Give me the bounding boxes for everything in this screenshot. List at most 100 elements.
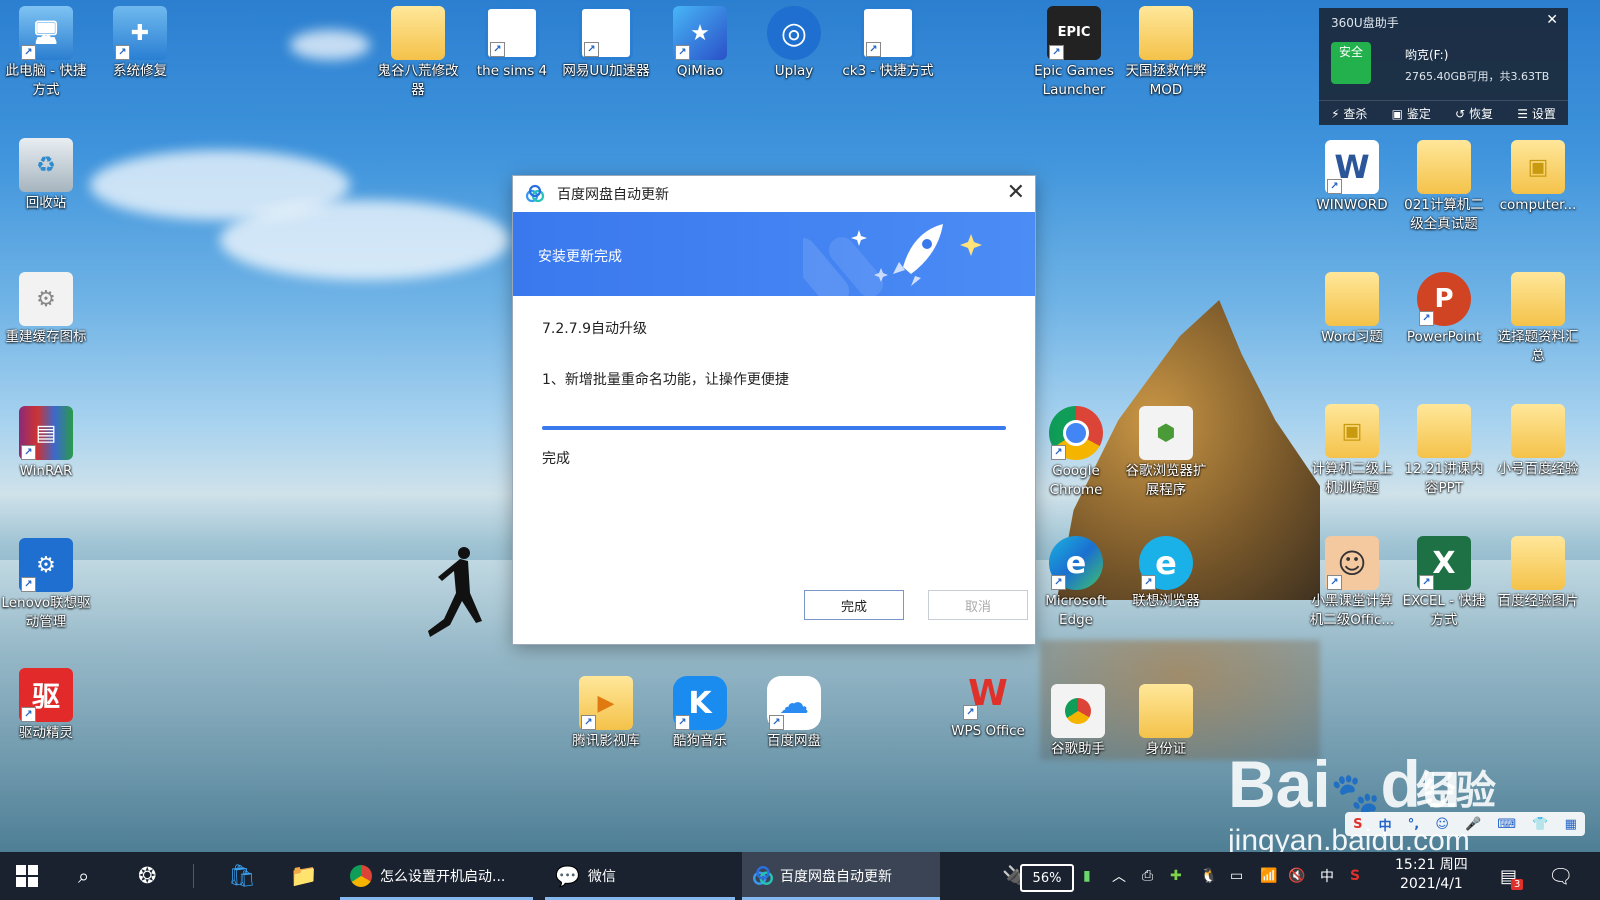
cancel-button[interactable]: 取消	[928, 590, 1028, 620]
icon-ppt1221[interactable]: 12.21讲课内容PPT	[1398, 404, 1490, 498]
icon-microsoft-edge[interactable]: e ↗ Microsoft Edge	[1030, 536, 1122, 630]
close-icon[interactable]: ✕	[1007, 180, 1025, 205]
icon-xiaohei[interactable]: ☺ ↗ 小黑课堂计算机二级Offic...	[1306, 536, 1398, 630]
task-chrome[interactable]: 怎么设置开机启动...	[340, 852, 533, 900]
ime-voice[interactable]: 🎤	[1465, 817, 1481, 832]
notification-icon[interactable]: ▤ 3	[1500, 852, 1529, 900]
usb-icon[interactable]: ⎙	[1142, 852, 1153, 900]
icon-label: 百度网盘	[767, 733, 821, 749]
update-progress-bar	[542, 426, 1006, 430]
finish-button[interactable]: 完成	[804, 590, 904, 620]
extension-file-icon: ⬢	[1139, 406, 1193, 460]
icon-xiaohao-baidu[interactable]: 小号百度经验	[1492, 404, 1584, 479]
icon-label: 重建缓存图标	[5, 329, 87, 345]
qq-icon[interactable]: 🐧	[1200, 852, 1217, 900]
cartoon-face-icon: ☺ ↗	[1325, 536, 1379, 590]
icon-uu-accelerator[interactable]: ↗ 网易UU加速器	[560, 6, 652, 81]
wifi-icon[interactable]: 📶	[1260, 852, 1277, 900]
ime-emoji[interactable]: ☺	[1435, 817, 1449, 832]
shortcut-arrow-icon: ↗	[21, 445, 36, 460]
360-guard-icon[interactable]: ✚	[1170, 852, 1182, 900]
recover-button[interactable]: ↺ 恢复	[1455, 105, 1493, 122]
battery-percent: 56%	[1032, 870, 1062, 886]
icon-recycle-bin[interactable]: ♻ 回收站	[0, 138, 92, 213]
ime-chinese-mode[interactable]: 中	[1379, 815, 1392, 834]
close-icon[interactable]: ✕	[1546, 12, 1558, 28]
icon-lenovo-driver[interactable]: ⚙ ↗ Lenovo联想驱动管理	[0, 538, 92, 632]
baidu-pan-logo-icon	[525, 184, 545, 203]
usb-helper-widget[interactable]: 360U盘助手 ✕ 安全 哟克(F:) 2765.40GB可用，共3.63TB …	[1319, 8, 1568, 125]
ime-mode[interactable]: 中	[1320, 852, 1334, 900]
task-baidu-pan-update[interactable]: 百度网盘自动更新	[742, 852, 940, 900]
ime-toolbar[interactable]: S 中 °, ☺ 🎤 ⌨ 👕 ▦	[1345, 812, 1585, 836]
icon-this-pc[interactable]: 🖥 ↗ 此电脑 - 快捷方式	[0, 6, 92, 100]
icon-sims4[interactable]: ↗ the sims 4	[466, 6, 558, 81]
folder-icon	[1139, 6, 1193, 60]
icon-powerpoint[interactable]: P ↗ PowerPoint	[1398, 272, 1490, 347]
ime-punct[interactable]: °,	[1408, 817, 1419, 832]
icon-rebuild-cache[interactable]: ⚙ 重建缓存图标	[0, 272, 92, 347]
volume-muted-icon[interactable]: 🔇	[1288, 852, 1305, 900]
task-view-icon[interactable]: ❂	[138, 852, 156, 900]
store-icon[interactable]: 🛍	[228, 852, 256, 900]
task-wechat[interactable]: 💬 微信	[545, 852, 735, 900]
cloud	[290, 30, 370, 60]
battery-small-icon[interactable]: ▮	[1083, 852, 1091, 900]
icon-tencent-video[interactable]: ▶ ↗ 腾讯影视库	[560, 676, 652, 751]
app-window-icon: ↗	[861, 6, 915, 60]
file-explorer-icon[interactable]: 📁	[290, 852, 317, 900]
icon-kugou[interactable]: K ↗ 酷狗音乐	[654, 676, 746, 751]
icon-google-chrome[interactable]: ↗ Google Chrome	[1030, 406, 1122, 500]
windows-logo-icon	[16, 865, 38, 887]
ime-skin[interactable]: 👕	[1532, 817, 1548, 832]
dialog-titlebar[interactable]: 百度网盘自动更新	[513, 176, 1035, 212]
icon-google-helper[interactable]: 谷歌助手	[1032, 684, 1124, 759]
icon-epic-games[interactable]: EPIC ↗ Epic Games Launcher	[1028, 6, 1120, 100]
battery-indicator[interactable]: 56%	[1020, 864, 1074, 892]
icon-qimiao[interactable]: ★ ↗ QiMiao	[654, 6, 746, 81]
widget-action-bar: ⚡ 查杀 ▣ 鉴定 ↺ 恢复 ☰ 设置	[1319, 100, 1568, 126]
icon-label: 身份证	[1145, 741, 1187, 757]
sogou-icon[interactable]: S	[1350, 852, 1360, 900]
icon-wps-office[interactable]: W ↗ WPS Office	[942, 666, 1034, 741]
icon-baidu-pan[interactable]: ☁ ↗ 百度网盘	[748, 676, 840, 751]
powerpoint-icon: P ↗	[1417, 272, 1471, 326]
icon-exam021[interactable]: 021计算机二级全真试题	[1398, 140, 1490, 234]
battery-status-icon[interactable]: ▭	[1230, 852, 1243, 900]
icon-computer2-practice[interactable]: ▣ 计算机二级上机训练题	[1306, 404, 1398, 498]
icon-label: 小黑课堂计算机二级Offic...	[1309, 593, 1395, 628]
icon-excel[interactable]: X ↗ EXCEL - 快捷方式	[1398, 536, 1490, 630]
ime-keyboard[interactable]: ⌨	[1497, 817, 1516, 832]
icon-driver-genius[interactable]: 驱 ↗ 驱动精灵	[0, 668, 92, 743]
wechat-icon: 💬	[555, 864, 580, 888]
identify-button[interactable]: ▣ 鉴定	[1392, 105, 1431, 122]
icon-ck3[interactable]: ↗ ck3 - 快捷方式	[842, 6, 934, 81]
scan-button[interactable]: ⚡ 查杀	[1331, 105, 1367, 122]
uplay-swirl-icon: ◎	[767, 6, 821, 60]
icon-choice-material[interactable]: 选择题资料汇总	[1492, 272, 1584, 366]
action-center-icon[interactable]: 🗨	[1548, 852, 1573, 900]
chevron-up-icon[interactable]: ︿	[1112, 852, 1126, 900]
icon-winrar[interactable]: ▤ ↗ WinRAR	[0, 406, 92, 481]
icon-ghost-mod[interactable]: 鬼谷八荒修改器	[372, 6, 464, 100]
settings-button[interactable]: ☰ 设置	[1517, 105, 1556, 122]
shortcut-arrow-icon: ↗	[1049, 45, 1064, 60]
icon-chrome-extension[interactable]: ⬢ 谷歌浏览器扩展程序	[1120, 406, 1212, 500]
icon-tianguo-mod[interactable]: 天国拯救作弊MOD	[1120, 6, 1212, 100]
icon-lenovo-browser[interactable]: e ↗ 联想浏览器	[1120, 536, 1212, 611]
icon-label: 天国拯救作弊MOD	[1125, 63, 1207, 98]
icon-computer-file[interactable]: ▣ computer...	[1492, 140, 1584, 215]
start-button[interactable]	[16, 852, 38, 900]
ime-toolbox[interactable]: ▦	[1565, 817, 1577, 832]
paw-icon: 🐾	[1330, 772, 1381, 816]
icon-uplay[interactable]: ◎ Uplay	[748, 6, 840, 81]
icon-system-repair[interactable]: ✚ ↗ 系统修复	[94, 6, 186, 81]
system-clock[interactable]: 15:21 周四 2021/4/1	[1395, 856, 1468, 894]
icon-baidu-exp-img[interactable]: 百度经验图片	[1492, 536, 1584, 611]
folder-icon	[1325, 272, 1379, 326]
icon-winword[interactable]: W ↗ WINWORD	[1306, 140, 1398, 215]
clock-time: 15:21 周四	[1395, 857, 1468, 873]
search-icon[interactable]: ⌕	[78, 852, 89, 900]
icon-word-practice[interactable]: Word习题	[1306, 272, 1398, 347]
icon-id-card[interactable]: 身份证	[1120, 684, 1212, 759]
